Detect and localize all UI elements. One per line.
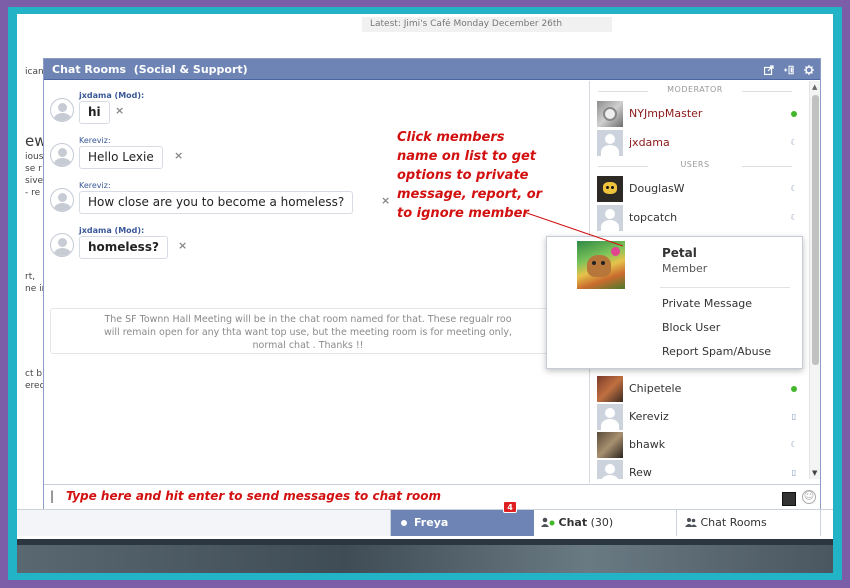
tab-label: Chat Rooms [700, 516, 767, 529]
screenshot-canvas: Latest: Jimi's Café Monday December 26th… [17, 14, 833, 573]
member-options-annotation: Click members name on list to get option… [397, 130, 543, 221]
online-status-icon [401, 520, 407, 526]
annotation-arrow-line [523, 211, 624, 247]
group-icon [685, 518, 697, 527]
conversation-tab-freya[interactable]: Freya [391, 510, 534, 536]
unread-count-badge: 4 [503, 501, 517, 513]
chat-tab-bar: Freya 4 Chat (30) Chat Rooms [17, 501, 833, 536]
tab-label: Chat [558, 516, 588, 529]
chat-rooms-tab[interactable]: Chat Rooms [677, 510, 821, 536]
online-count: (30) [590, 516, 614, 529]
tab-label: Freya [414, 516, 449, 529]
chat-list-tab[interactable]: Chat (30) [535, 510, 677, 536]
user-online-icon [541, 517, 555, 527]
